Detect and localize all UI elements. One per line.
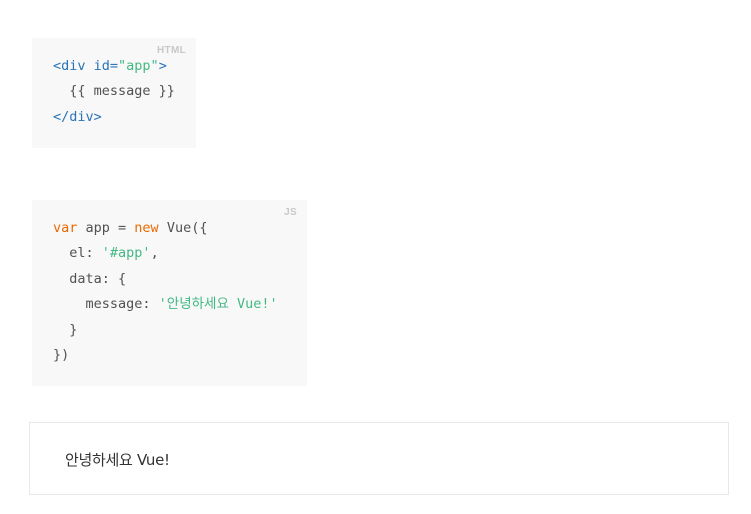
rendered-message: 안녕하세요 Vue! (65, 451, 170, 469)
message-key: message: (53, 296, 159, 313)
js-code: var app = new Vue({ el: '#app', data: { … (53, 216, 278, 368)
html-line-1: <div id="app"> (53, 58, 167, 74)
rendered-result-box: 안녕하세요 Vue! (29, 422, 729, 495)
html-code: <div id="app"> {{ message }} </div> (53, 54, 175, 130)
js-lang-label: JS (284, 207, 297, 218)
js-line-5: } (53, 321, 78, 338)
id-attr-value: "app" (118, 58, 159, 74)
js-line-6: }) (53, 347, 70, 364)
html-line-3: </div> (53, 109, 102, 125)
keyword-new: new (134, 220, 159, 236)
js-line-1: var app = new Vue({ (53, 220, 207, 236)
message-value: '안녕하세요 Vue!' (158, 296, 278, 313)
vue-constructor: Vue({ (158, 220, 208, 236)
js-line-2: el: '#app', (53, 245, 159, 262)
el-value: '#app' (101, 245, 151, 262)
el-key: el: (53, 245, 102, 262)
html-line-2: {{ message }} (53, 83, 175, 99)
js-line-3: data: { (53, 270, 127, 287)
div-open-tag: <div (53, 58, 86, 74)
div-closing-tag: </div> (53, 108, 102, 125)
id-attr-name: id= (93, 58, 119, 74)
html-code-block: HTML <div id="app"> {{ message }} </div> (32, 38, 196, 148)
comma: , (150, 245, 159, 262)
js-code-block: JS var app = new Vue({ el: '#app', data:… (32, 200, 307, 386)
app-assignment: app = (77, 220, 135, 236)
mustache-message: {{ message }} (69, 83, 175, 100)
tag-close-bracket: > (158, 58, 167, 74)
keyword-var: var (53, 220, 78, 236)
js-line-4: message: '안녕하세요 Vue!' (53, 296, 278, 312)
